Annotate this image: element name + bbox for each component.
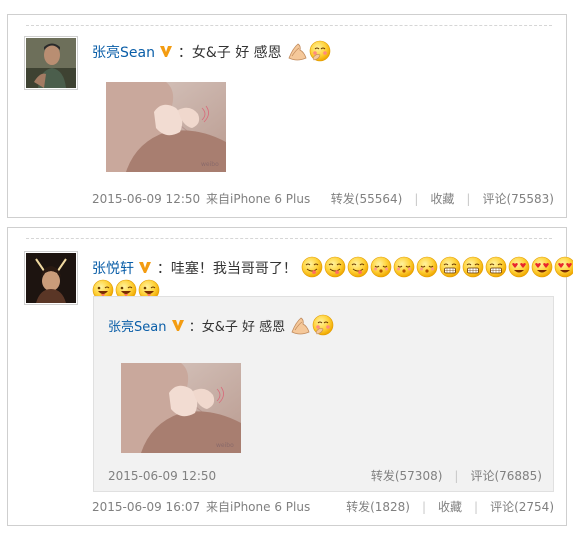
svg-text:weibo: weibo — [201, 161, 219, 168]
heart-eyes-icon — [532, 256, 553, 278]
heart-eyes-icon — [509, 256, 530, 278]
post-meta: 2015-06-09 12:50 来自iPhone 6 Plus 转发(5556… — [92, 190, 554, 208]
verified-v-icon — [160, 46, 173, 57]
quoted-post: 张亮Sean ：女&子 好 感恩 weibo 2015-06-09 12:50 … — [93, 296, 554, 492]
avatar[interactable] — [24, 36, 78, 90]
shy-face-icon — [312, 314, 334, 336]
quoted-repost-button[interactable]: 转发(57308) — [371, 469, 443, 483]
post-actions: 转发(1828) | 收藏 | 评论(2754) — [346, 498, 554, 516]
verified-v-icon — [139, 262, 152, 273]
comment-button[interactable]: 评论(75583) — [482, 192, 554, 206]
pray-hands-icon — [288, 43, 307, 61]
quoted-comment-button[interactable]: 评论(76885) — [470, 469, 542, 483]
emoji-row — [301, 256, 573, 278]
post-text: 张悦轩 ：哇塞！我当哥哥了！ — [92, 256, 573, 280]
tongue-face-icon — [348, 256, 369, 278]
post-actions: 转发(55564) | 收藏 | 评论(75583) — [331, 190, 554, 208]
separator: | — [414, 192, 419, 206]
separator: | — [474, 500, 479, 514]
quoted-text: 张亮Sean ：女&子 好 感恩 — [108, 314, 335, 339]
comment-button[interactable]: 评论(2754) — [490, 500, 554, 514]
avatar[interactable] — [24, 251, 78, 305]
favorite-button[interactable]: 收藏 — [430, 192, 454, 206]
kiss-face-icon — [394, 256, 415, 278]
post-source: 来自iPhone 6 Plus — [206, 192, 311, 206]
quoted-actions: 转发(57308) | 评论(76885) — [371, 467, 542, 485]
grin-face-icon — [463, 256, 484, 278]
svg-text:weibo: weibo — [216, 442, 234, 449]
author-name[interactable]: 张亮Sean — [92, 45, 155, 61]
post-content: ：哇塞！我当哥哥了！ — [156, 261, 297, 277]
author-name[interactable]: 张悦轩 — [92, 261, 134, 277]
post-content: ：女&子 好 感恩 — [177, 45, 282, 61]
quoted-post-time[interactable]: 2015-06-09 12:50 — [108, 467, 216, 485]
post-image-thumbnail[interactable]: weibo — [105, 82, 227, 173]
separator: | — [454, 469, 459, 483]
quoted-author-name[interactable]: 张亮Sean — [108, 320, 166, 335]
verified-v-icon — [171, 320, 184, 331]
pray-hands-icon — [291, 317, 310, 335]
post-time[interactable]: 2015-06-09 16:07 — [92, 498, 200, 516]
quoted-image-thumbnail[interactable]: weibo — [120, 363, 242, 454]
tongue-face-icon — [325, 256, 346, 278]
kiss-face-icon — [417, 256, 438, 278]
heart-eyes-icon — [555, 256, 573, 278]
tongue-face-icon — [302, 256, 323, 278]
shy-face-icon — [309, 40, 331, 62]
grin-face-icon — [486, 256, 507, 278]
divider — [26, 238, 552, 239]
separator: | — [421, 500, 427, 514]
repost-button[interactable]: 转发(55564) — [331, 192, 403, 206]
favorite-button[interactable]: 收藏 — [438, 500, 462, 514]
kiss-face-icon — [371, 256, 392, 278]
quoted-meta: 2015-06-09 12:50 转发(57308) | 评论(76885) — [108, 467, 542, 485]
post-source: 来自iPhone 6 Plus — [206, 500, 311, 514]
post-meta: 2015-06-09 16:07 来自iPhone 6 Plus 转发(1828… — [92, 498, 554, 516]
post-time[interactable]: 2015-06-09 12:50 — [92, 190, 200, 208]
grin-face-icon — [440, 256, 461, 278]
divider — [26, 25, 552, 26]
quoted-content: ：女&子 好 感恩 — [188, 320, 286, 335]
post-text: 张亮Sean ：女&子 好 感恩 — [92, 40, 332, 64]
weibo-post-card: 张悦轩 ：哇塞！我当哥哥了！ 张亮Sean ：女&子 好 感恩 weibo 20… — [7, 227, 573, 526]
repost-button[interactable]: 转发(1828) — [346, 500, 410, 514]
weibo-post-card: 张亮Sean ：女&子 好 感恩 weibo 2015-06-09 12:50 … — [7, 14, 567, 218]
separator: | — [466, 192, 471, 206]
